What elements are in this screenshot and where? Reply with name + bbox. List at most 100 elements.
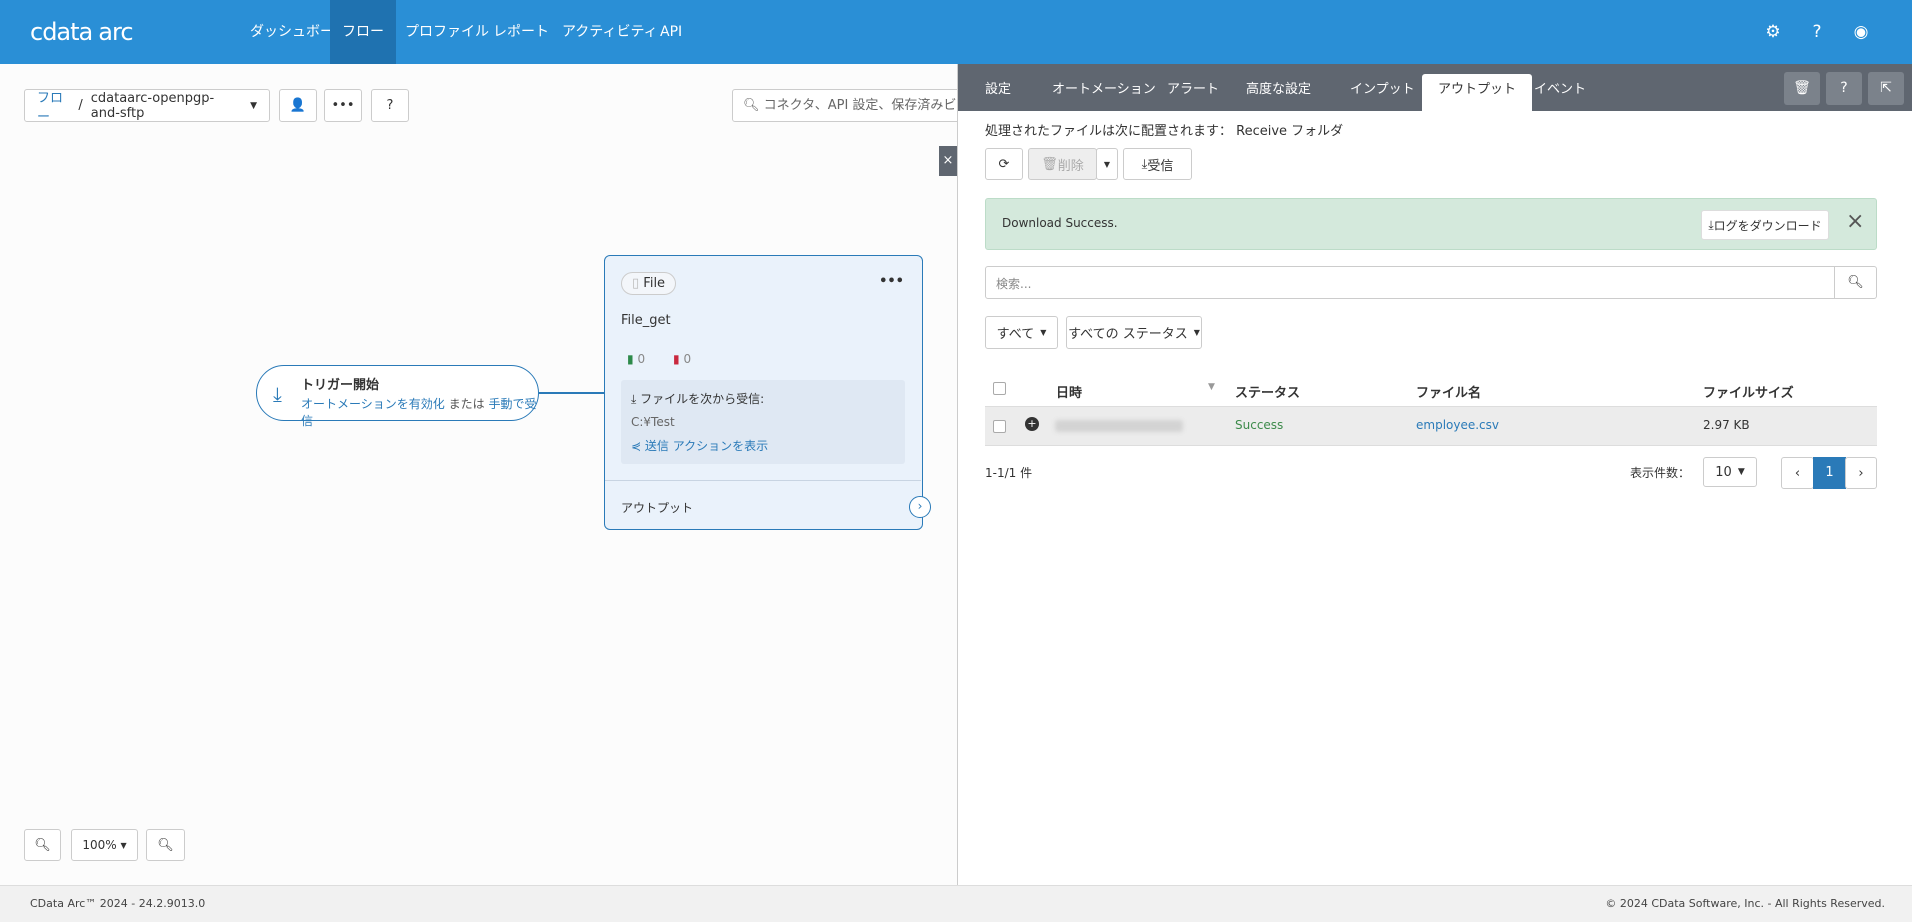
show-send-action-link[interactable]: ⋞ 送信 アクションを表示 (631, 437, 895, 454)
trigger-title: トリガー開始 (301, 378, 380, 393)
per-page-label: 表示件数： (1630, 466, 1691, 480)
file-search-input[interactable]: 検索... 🔍︎ (985, 266, 1877, 299)
output-port[interactable]: › (909, 496, 931, 518)
location-value: Receive フォルダ (1236, 124, 1344, 139)
node-menu-icon[interactable]: ••• (879, 274, 904, 289)
tab-settings[interactable]: 設定 (985, 78, 1011, 97)
help-button[interactable]: ? (371, 89, 409, 122)
download-log-button[interactable]: ⤓ ログをダウンロード (1701, 210, 1829, 240)
error-file-icon: ▮ (673, 352, 680, 366)
search-button[interactable]: 🔍︎ (1834, 267, 1876, 298)
expand-row-icon[interactable]: + (1025, 417, 1039, 431)
filter-all-dropdown[interactable]: すべて ▼ (985, 316, 1058, 349)
file-connector-node[interactable]: ▯ File ••• File_get ▮ 0 ▮ 0 ⤓ ファイルを次から受信… (604, 255, 931, 530)
zoom-in-icon: 🔍︎ (34, 837, 51, 853)
success-file-icon: ▮ (627, 352, 634, 366)
output-label: アウトプット (621, 501, 694, 515)
breadcrumb-flows[interactable]: フロー (37, 87, 70, 125)
column-status[interactable]: ステータス (1235, 382, 1300, 401)
zoom-in-button[interactable]: 🔍︎ (24, 829, 61, 861)
select-all-checkbox[interactable] (993, 382, 1006, 395)
breadcrumb[interactable]: フロー / cdataarc-openpgp-and-sftp ▼ (24, 87, 270, 125)
connector-line (539, 392, 604, 394)
tab-input[interactable]: インプット (1350, 78, 1415, 97)
top-header: cdata arc ダッシュボード フロー プロファイル レポート アクティビティ… (0, 0, 1912, 64)
delete-button[interactable]: 🗑︎ 削除 (1028, 148, 1097, 180)
nav-api[interactable]: API (648, 0, 694, 64)
nav-reports[interactable]: レポート (481, 0, 561, 64)
row-filename-link[interactable]: employee.csv (1416, 418, 1499, 432)
trash-icon: 🗑︎ (1041, 156, 1058, 172)
gear-icon[interactable]: ⚙ (1761, 20, 1785, 44)
node-details: ⤓ ファイルを次から受信: C:¥Test ⋞ 送信 アクションを表示 (621, 380, 905, 464)
location-label: 処理されたファイルは次に配置されます： (985, 124, 1233, 139)
caret-down-icon: ▼ (250, 100, 257, 111)
popout-button[interactable]: ⇱ (1868, 72, 1904, 105)
close-panel-button[interactable]: × (939, 146, 957, 176)
column-filesize[interactable]: ファイルサイズ (1703, 382, 1794, 401)
nav-flow[interactable]: フロー (330, 0, 396, 64)
user-icon[interactable]: ◉ (1849, 20, 1873, 44)
filter-status-dropdown[interactable]: すべての ステータス ▼ (1066, 316, 1202, 349)
node-name: File_get (621, 313, 671, 328)
help-icon: ? (386, 98, 394, 113)
error-count: 0 (683, 352, 692, 366)
search-icon: 🔍︎ (743, 98, 764, 113)
flow-name: cdataarc-openpgp-and-sftp (90, 90, 215, 121)
success-count: 0 (637, 352, 646, 366)
redacted-datetime (1055, 420, 1183, 432)
refresh-button[interactable]: ⟳ (985, 148, 1023, 180)
external-link-icon: ⇱ (1880, 80, 1892, 96)
copyright-text: © 2024 CData Software, Inc. - All Rights… (1605, 897, 1885, 910)
connector-panel: 設定 オートメーション アラート 高度な設定 インプット アウトプット イベント… (957, 64, 1912, 885)
receive-button[interactable]: ⤓ 受信 (1123, 148, 1192, 180)
column-filename[interactable]: ファイル名 (1416, 382, 1481, 401)
logo[interactable]: cdata arc (30, 18, 134, 46)
tab-events[interactable]: イベント (1534, 78, 1586, 97)
trigger-node[interactable]: ⤓ トリガー開始 オートメーションを有効化 または 手動で受信 (256, 365, 539, 428)
footer: CData Arc™ 2024 - 24.2.9013.0 © 2024 CDa… (0, 885, 1912, 922)
version-text: CData Arc™ 2024 - 24.2.9013.0 (30, 897, 206, 910)
prev-page-button[interactable]: ‹ (1781, 457, 1814, 489)
connector-search-input[interactable]: 🔍︎ コネクタ、API 設定、保存済みビュー、.. (732, 89, 972, 122)
next-page-button[interactable]: › (1845, 457, 1877, 489)
user-icon: 👤 (289, 98, 307, 113)
table-row[interactable]: + Success employee.csv 2.97 KB (985, 407, 1877, 446)
column-datetime[interactable]: 日時 (1056, 382, 1082, 401)
page-1-button[interactable]: 1 (1813, 457, 1846, 489)
sort-icon[interactable]: ▼ (1208, 382, 1215, 392)
file-icon: ▯ (632, 276, 644, 291)
more-button[interactable]: ••• (324, 89, 362, 122)
close-alert-icon[interactable]: × (1846, 209, 1864, 234)
search-icon: 🔍︎ (1847, 275, 1864, 290)
enable-automation-link[interactable]: オートメーションを有効化 (301, 397, 445, 411)
delete-dropdown-toggle[interactable]: ▼ (1096, 148, 1118, 180)
zoom-level-dropdown[interactable]: 100% ▼ (71, 829, 138, 861)
help-icon: ? (1840, 80, 1848, 96)
trash-icon: 🗑︎ (1793, 80, 1811, 96)
per-page-select[interactable]: 10 ▼ (1703, 457, 1757, 487)
help-button[interactable]: ? (1826, 72, 1862, 105)
refresh-icon: ⟳ (998, 156, 1010, 172)
tab-automation[interactable]: オートメーション (1052, 78, 1156, 97)
row-filesize: 2.97 KB (1703, 418, 1750, 432)
user-button[interactable]: 👤 (279, 89, 317, 122)
record-count: 1-1/1 件 (985, 466, 1033, 480)
receive-path: C:¥Test (631, 415, 675, 429)
success-alert: Download Success. ⤓ ログをダウンロード × (985, 198, 1877, 250)
download-icon: ⤓ (273, 382, 282, 406)
zoom-out-icon: 🔍︎ (157, 837, 174, 853)
ellipsis-icon: ••• (331, 98, 355, 113)
tab-advanced[interactable]: 高度な設定 (1246, 78, 1311, 97)
panel-tabs: 設定 オートメーション アラート 高度な設定 インプット アウトプット イベント… (958, 64, 1912, 111)
download-icon: ⤓ (631, 392, 641, 406)
connector-type-badge: ▯ File (621, 272, 677, 295)
help-icon[interactable]: ? (1805, 20, 1829, 44)
tab-output[interactable]: アウトプット (1422, 74, 1533, 111)
delete-connector-button[interactable]: 🗑︎ (1784, 72, 1820, 105)
zoom-out-button[interactable]: 🔍︎ (146, 829, 185, 861)
tab-alerts[interactable]: アラート (1167, 78, 1219, 97)
row-status: Success (1235, 418, 1284, 432)
row-checkbox[interactable] (993, 420, 1006, 433)
share-icon: ⋞ (631, 439, 645, 453)
